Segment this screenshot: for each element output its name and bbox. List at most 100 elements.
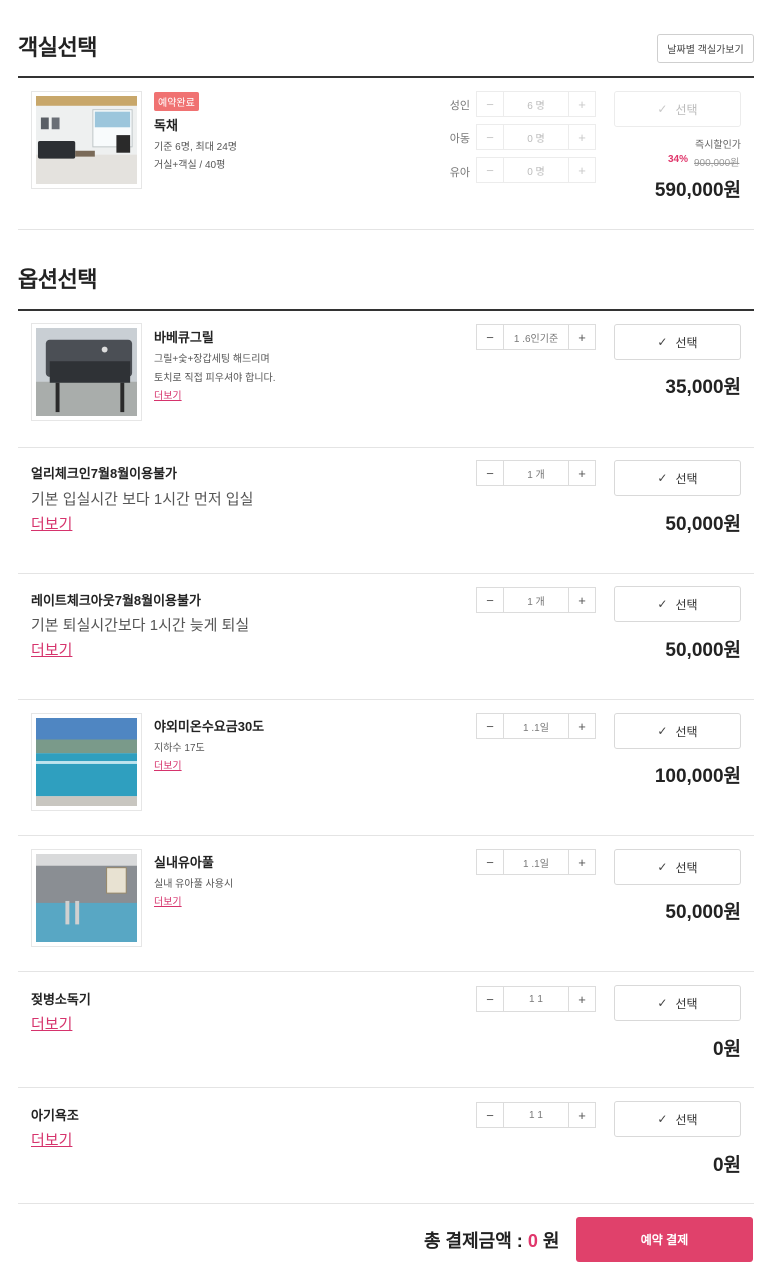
option-price-bbq: 35,000원: [665, 377, 741, 398]
living-room-image: [36, 96, 137, 184]
option-name-late-checkout: 레이트체크아웃7월8월이용불가: [31, 593, 201, 608]
qty-value: 1 .1일: [523, 858, 549, 870]
qty-plus-button[interactable]: +: [568, 588, 595, 612]
qty-stepper-baby-bath[interactable]: − 1 1 +: [476, 1102, 596, 1128]
qty-value: 1 1: [529, 993, 543, 1005]
adult-minus-button[interactable]: −: [477, 92, 504, 116]
qty-stepper-sterilizer[interactable]: − 1 1 +: [476, 986, 596, 1012]
option-name-indoor-pool: 실내유아풀: [154, 855, 214, 870]
more-link-baby-bath[interactable]: 더보기: [31, 1129, 72, 1150]
infant-minus-button[interactable]: −: [477, 158, 504, 182]
option-desc-bbq-1: 그릴+숯+장갑세팅 해드리며: [154, 354, 270, 365]
option-name-outdoor-warm: 야외미온수요금30도: [154, 719, 265, 734]
qty-minus-button[interactable]: −: [477, 714, 504, 738]
total-amount: 0: [527, 1231, 538, 1251]
date-rooms-button[interactable]: 날짜별 객실가보기: [657, 34, 754, 63]
select-label: 선택: [675, 996, 698, 1011]
option-desc-bbq-2: 토치로 직접 피우셔야 합니다.: [154, 373, 276, 384]
qty-plus-button[interactable]: +: [568, 325, 595, 349]
adult-stepper[interactable]: − 6 명 +: [476, 91, 596, 117]
total-label: 총 결제금액 :: [424, 1231, 523, 1251]
select-button-outdoor-warm[interactable]: ✓ 선택: [614, 713, 741, 749]
room-price: 590,000원: [654, 180, 741, 201]
option-name-baby-bath: 아기욕조: [31, 1108, 79, 1123]
qty-stepper-bbq[interactable]: − 1 .6인기준 +: [476, 324, 596, 350]
adult-count: 6 명: [527, 100, 545, 112]
option-price-baby-bath: 0원: [712, 1155, 741, 1176]
select-label: 선택: [675, 724, 698, 739]
qty-stepper-early-checkin[interactable]: − 1 개 +: [476, 460, 596, 486]
option-desc-early-checkin: 기본 입실시간 보다 1시간 먼저 입실: [31, 491, 254, 508]
qty-plus-button[interactable]: +: [568, 461, 595, 485]
qty-minus-button[interactable]: −: [477, 461, 504, 485]
option-name-bbq: 바베큐그릴: [154, 330, 214, 345]
child-minus-button[interactable]: −: [477, 125, 504, 149]
indoor-pool-thumbnail[interactable]: [31, 849, 142, 947]
infant-label: 유아: [449, 167, 470, 179]
more-link-bbq[interactable]: 더보기: [154, 387, 182, 402]
room-thumbnail[interactable]: [31, 91, 142, 189]
qty-plus-button[interactable]: +: [568, 850, 595, 874]
outdoor-pool-thumbnail[interactable]: [31, 713, 142, 811]
more-link-sterilizer[interactable]: 더보기: [31, 1013, 72, 1034]
select-button-early-checkin[interactable]: ✓ 선택: [614, 460, 741, 496]
room-section-title: 객실선택: [18, 35, 97, 60]
qty-plus-button[interactable]: +: [568, 1103, 595, 1127]
bbq-grill-image: [36, 328, 137, 416]
bbq-thumbnail[interactable]: [31, 323, 142, 421]
infant-stepper[interactable]: − 0 명 +: [476, 157, 596, 183]
more-link-outdoor-warm[interactable]: 더보기: [154, 757, 182, 772]
qty-stepper-indoor-pool[interactable]: − 1 .1일 +: [476, 849, 596, 875]
booked-badge: 예약완료: [154, 92, 199, 111]
qty-stepper-outdoor-warm[interactable]: − 1 .1일 +: [476, 713, 596, 739]
room-select-button[interactable]: ✓ 선택: [614, 91, 741, 127]
option-price-late-checkout: 50,000원: [665, 640, 741, 661]
qty-plus-button[interactable]: +: [568, 714, 595, 738]
infant-count: 0 명: [527, 166, 545, 178]
select-button-baby-bath[interactable]: ✓ 선택: [614, 1101, 741, 1137]
qty-plus-button[interactable]: +: [568, 987, 595, 1011]
original-price: 900,000원: [694, 158, 740, 169]
outdoor-pool-image: [36, 718, 137, 806]
row-divider: [18, 447, 754, 448]
option-desc-indoor-pool: 실내 유아풀 사용시: [154, 879, 234, 890]
qty-minus-button[interactable]: −: [477, 850, 504, 874]
option-name-sterilizer: 젖병소독기: [31, 992, 91, 1007]
option-price-early-checkin: 50,000원: [665, 514, 741, 535]
row-divider: [18, 971, 754, 972]
qty-minus-button[interactable]: −: [477, 325, 504, 349]
qty-stepper-late-checkout[interactable]: − 1 개 +: [476, 587, 596, 613]
row-divider: [18, 573, 754, 574]
child-stepper[interactable]: − 0 명 +: [476, 124, 596, 150]
check-icon: ✓: [657, 597, 668, 611]
qty-minus-button[interactable]: −: [477, 588, 504, 612]
room-section-divider: [18, 76, 754, 78]
qty-value: 1 개: [527, 469, 545, 481]
child-plus-button[interactable]: +: [568, 125, 595, 149]
option-price-sterilizer: 0원: [712, 1039, 741, 1060]
select-button-late-checkout[interactable]: ✓ 선택: [614, 586, 741, 622]
check-icon: ✓: [657, 724, 668, 738]
select-button-sterilizer[interactable]: ✓ 선택: [614, 985, 741, 1021]
option-desc-outdoor-warm: 지하수 17도: [154, 743, 205, 754]
select-button-bbq[interactable]: ✓ 선택: [614, 324, 741, 360]
more-link-early-checkin[interactable]: 더보기: [31, 513, 72, 534]
check-icon: ✓: [657, 996, 668, 1010]
select-label: 선택: [675, 335, 698, 350]
pay-button[interactable]: 예약 결제: [576, 1217, 753, 1262]
qty-value: 1 1: [529, 1109, 543, 1121]
infant-plus-button[interactable]: +: [568, 158, 595, 182]
option-section-title: 옵션선택: [18, 267, 97, 292]
row-divider: [18, 699, 754, 700]
more-link-late-checkout[interactable]: 더보기: [31, 639, 72, 660]
more-link-indoor-pool[interactable]: 더보기: [154, 893, 182, 908]
adult-plus-button[interactable]: +: [568, 92, 595, 116]
option-section-divider: [18, 309, 754, 311]
adult-label: 성인: [449, 100, 470, 112]
qty-value: 1 .1일: [523, 722, 549, 734]
option-price-indoor-pool: 50,000원: [665, 902, 741, 923]
qty-minus-button[interactable]: −: [477, 1103, 504, 1127]
select-button-indoor-pool[interactable]: ✓ 선택: [614, 849, 741, 885]
qty-minus-button[interactable]: −: [477, 987, 504, 1011]
check-icon: ✓: [657, 102, 668, 116]
